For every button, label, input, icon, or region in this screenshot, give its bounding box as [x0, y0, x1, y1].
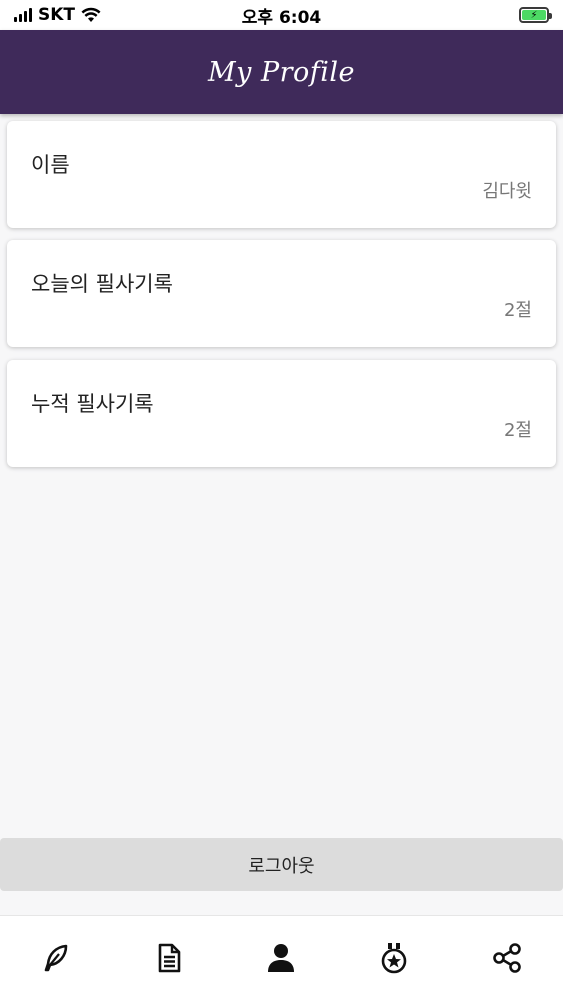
card-today-record: 오늘의 필사기록 2절	[7, 240, 556, 347]
battery-icon: ⚡	[519, 7, 552, 23]
quill-icon	[44, 944, 68, 972]
card-value: 2절	[503, 300, 532, 321]
page-title: My Profile	[207, 56, 356, 88]
card-label: 누적 필사기록	[31, 392, 154, 416]
status-bar: SKT 오후 6:04 ⚡	[0, 0, 563, 30]
card-value: 김다윗	[482, 181, 532, 202]
wifi-icon	[81, 7, 101, 22]
medal-icon	[381, 943, 407, 974]
battery-fill: ⚡	[522, 10, 546, 21]
status-left: SKT	[14, 5, 101, 25]
nav-profile[interactable]	[251, 928, 311, 988]
nav-write[interactable]	[26, 928, 86, 988]
app-header: My Profile	[0, 30, 563, 114]
status-time: 오후 6:04	[241, 7, 322, 28]
carrier-label: SKT	[38, 5, 76, 25]
logout-button[interactable]: 로그아웃	[0, 838, 563, 891]
person-icon	[268, 944, 295, 972]
bottom-nav	[0, 915, 563, 1000]
card-name: 이름 김다윗	[7, 121, 556, 228]
nav-records[interactable]	[139, 928, 199, 988]
card-label: 오늘의 필사기록	[31, 272, 173, 296]
nav-share[interactable]	[477, 928, 537, 988]
nav-ranking[interactable]	[364, 928, 424, 988]
card-value: 2절	[503, 420, 532, 441]
share-icon	[492, 943, 521, 973]
card-label: 이름	[31, 153, 70, 177]
card-total-record: 누적 필사기록 2절	[7, 360, 556, 467]
signal-icon	[14, 8, 32, 22]
document-icon	[158, 943, 181, 973]
